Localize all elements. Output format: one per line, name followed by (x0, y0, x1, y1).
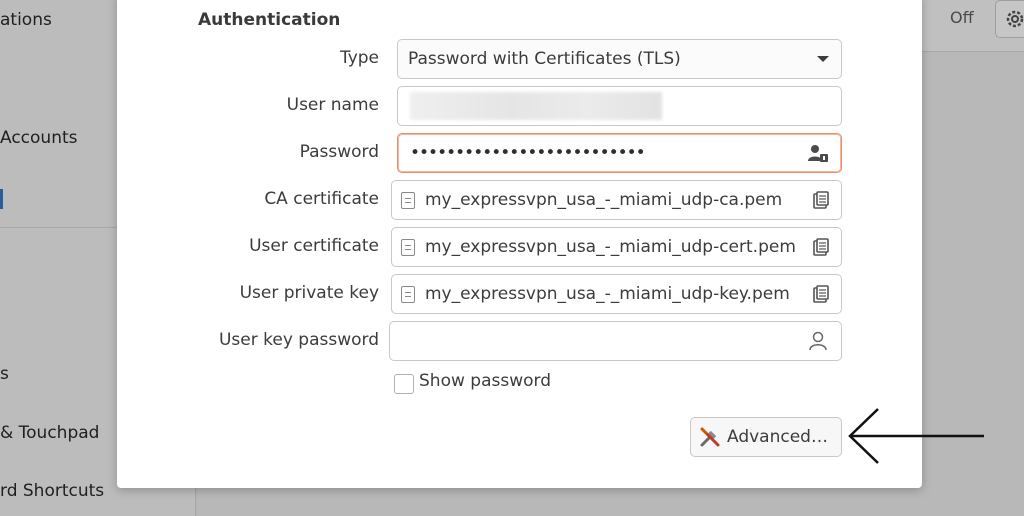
sidebar-item-mouse-touchpad[interactable]: & Touchpad (0, 423, 99, 443)
sidebar-selected-marker (0, 189, 3, 209)
show-password-checkbox[interactable] (394, 374, 414, 394)
file-icon (401, 191, 415, 209)
type-dropdown[interactable]: Password with Certificates (TLS) (397, 39, 842, 79)
user-key-password-input[interactable] (389, 321, 842, 361)
user-icon[interactable] (807, 330, 829, 352)
advanced-button-label: Advanced… (727, 427, 828, 447)
file-icon (401, 285, 415, 303)
password-label: Password (299, 142, 379, 162)
gear-icon[interactable] (995, 0, 1024, 38)
ca-certificate-label: CA certificate (264, 189, 379, 209)
sidebar-item-partial[interactable]: s (0, 364, 9, 384)
authentication-heading: Authentication (198, 10, 341, 30)
redacted-username (410, 92, 662, 120)
tools-icon (700, 427, 720, 447)
user-name-input[interactable] (397, 86, 842, 126)
vpn-dialog: Authentication Type Password with Certif… (117, 0, 922, 488)
user-key-password-label: User key password (218, 330, 379, 350)
type-label: Type (339, 48, 379, 68)
user-private-key-value: my_expressvpn_usa_-_miami_udp-key.pem (425, 284, 790, 304)
clipboard-icon[interactable] (811, 237, 831, 257)
show-password-label: Show password (419, 371, 551, 391)
user-name-label: User name (286, 95, 379, 115)
user-certificate-label: User certificate (249, 236, 379, 256)
sidebar-item-online-accounts[interactable]: Accounts (0, 128, 78, 148)
clipboard-icon[interactable] (811, 284, 831, 304)
user-certificate-value: my_expressvpn_usa_-_miami_udp-cert.pem (425, 237, 796, 257)
sidebar-item-applications[interactable]: ations (0, 10, 52, 30)
annotation-arrow (848, 408, 984, 464)
file-icon (401, 238, 415, 256)
password-user-icon[interactable] (807, 142, 829, 164)
ca-certificate-chooser[interactable]: my_expressvpn_usa_-_miami_udp-ca.pem (391, 180, 842, 220)
toggle-state-label: Off (950, 8, 974, 27)
chevron-down-icon (817, 56, 829, 62)
user-certificate-chooser[interactable]: my_expressvpn_usa_-_miami_udp-cert.pem (391, 227, 842, 267)
user-private-key-chooser[interactable]: my_expressvpn_usa_-_miami_udp-key.pem (391, 274, 842, 314)
type-value: Password with Certificates (TLS) (408, 49, 681, 69)
user-private-key-label: User private key (239, 283, 379, 303)
clipboard-icon[interactable] (811, 190, 831, 210)
password-input[interactable]: •••••••••••••••••••••••••• (397, 133, 842, 173)
sidebar-item-keyboard-shortcuts[interactable]: rd Shortcuts (0, 481, 104, 501)
ca-certificate-value: my_expressvpn_usa_-_miami_udp-ca.pem (425, 190, 783, 210)
advanced-button[interactable]: Advanced… (690, 417, 842, 457)
password-value: •••••••••••••••••••••••••• (410, 143, 646, 163)
